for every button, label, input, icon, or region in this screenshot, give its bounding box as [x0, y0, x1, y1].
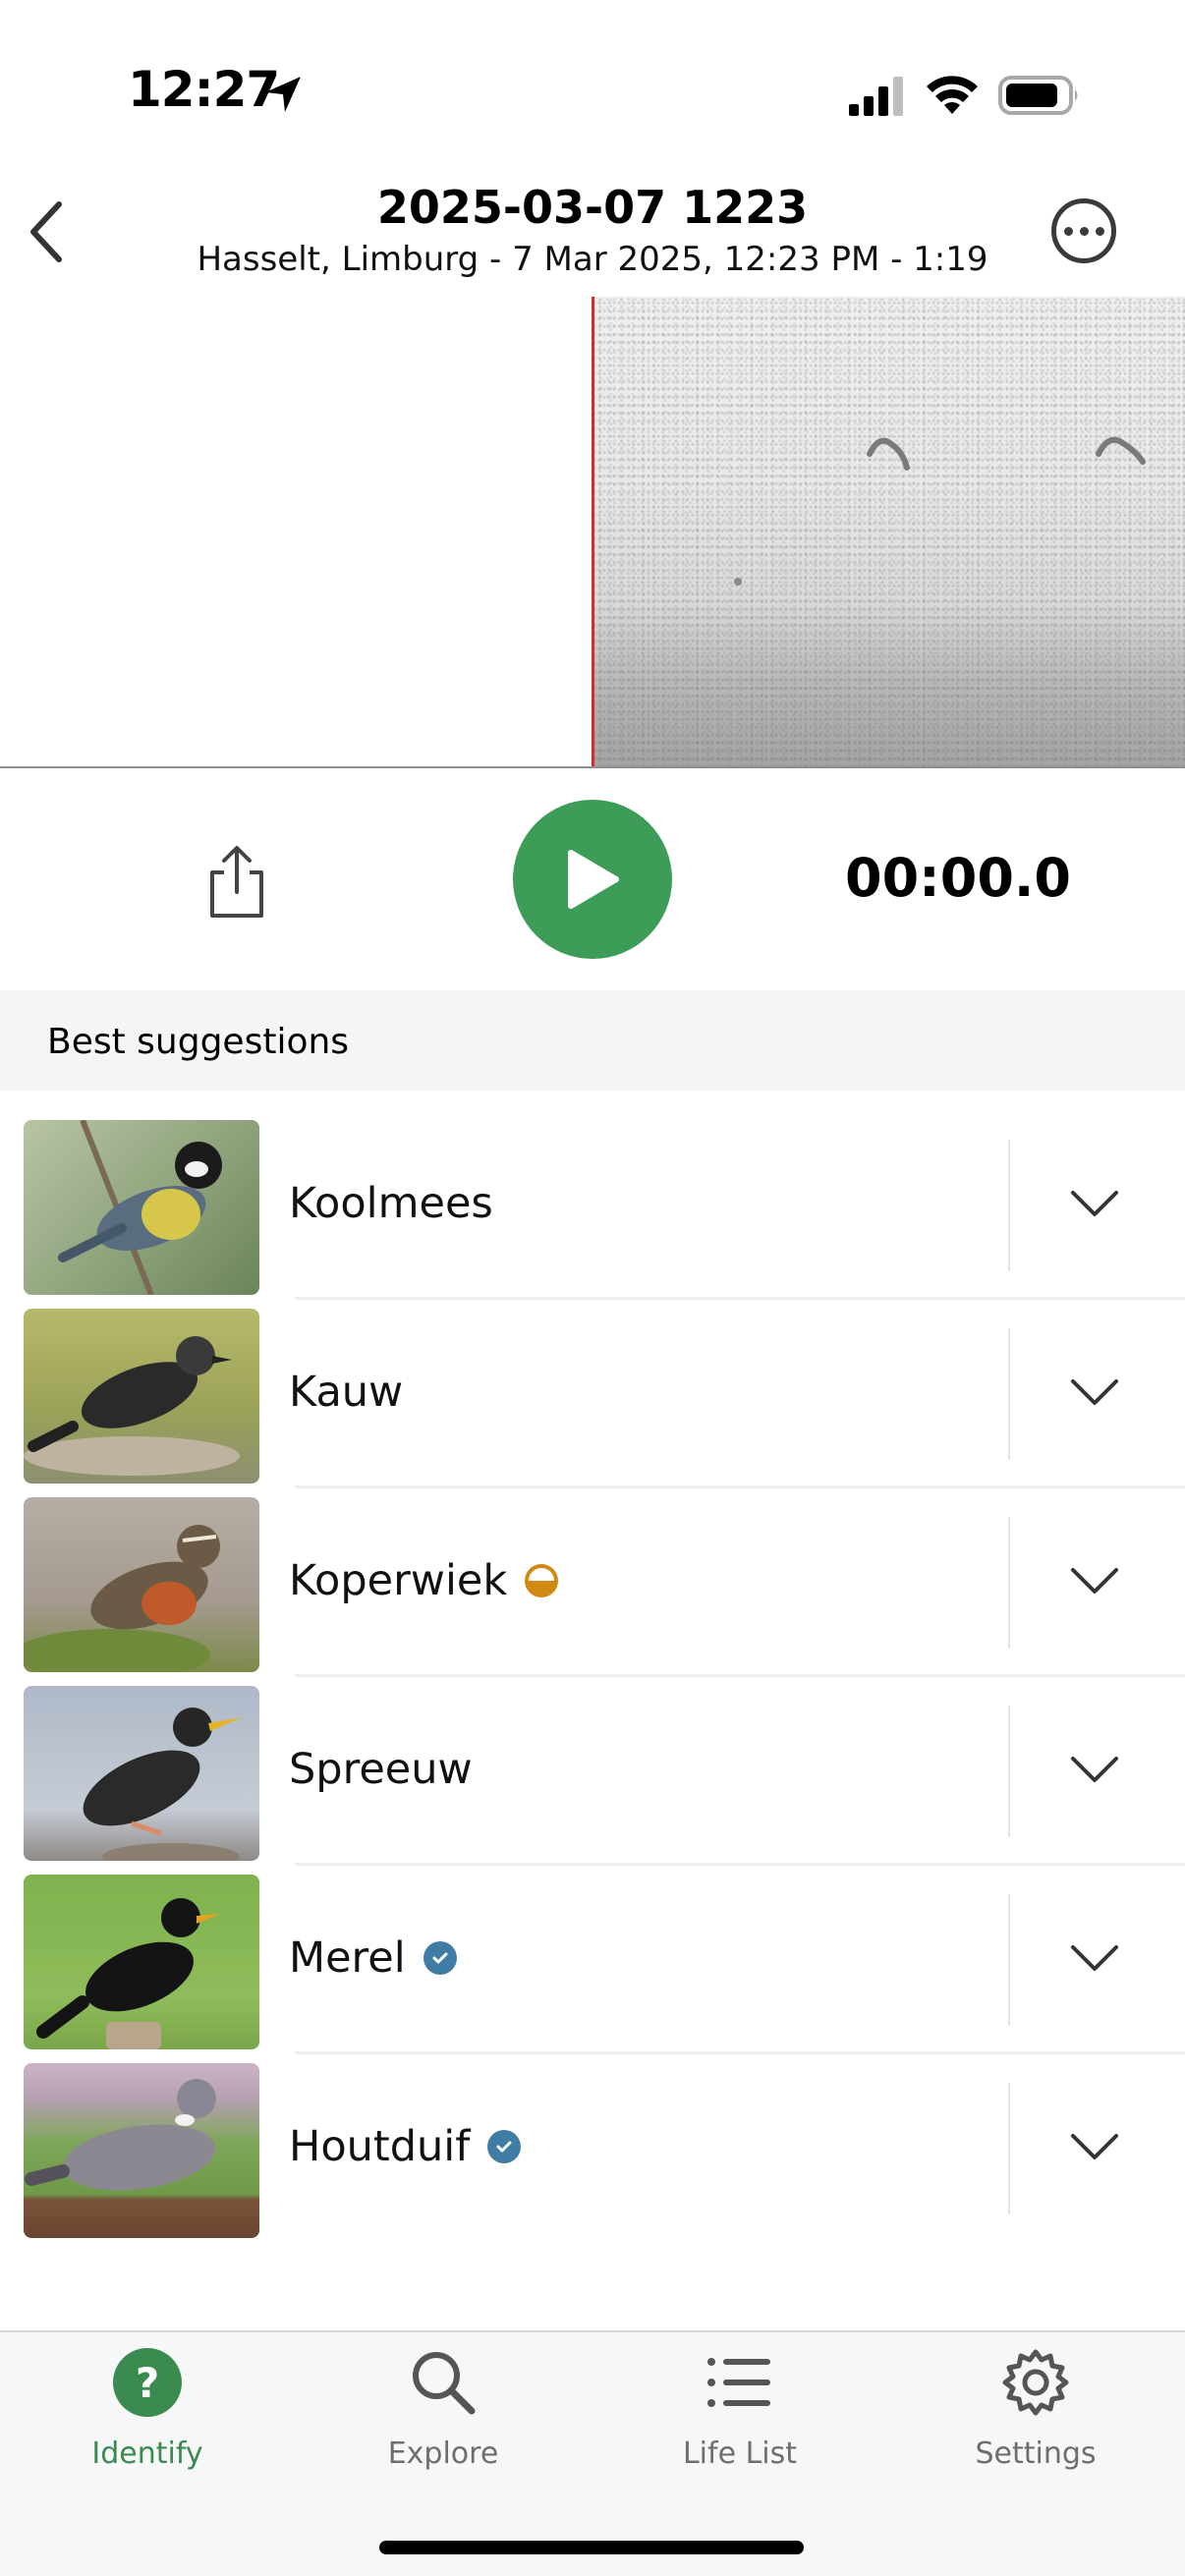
tab-label: Explore	[387, 2436, 499, 2471]
tab-settings[interactable]: Settings	[888, 2332, 1183, 2490]
chevron-down-icon[interactable]	[1065, 1179, 1124, 1228]
species-name: Houtduif	[289, 2122, 471, 2171]
home-indicator	[379, 2541, 804, 2554]
redwing-photo	[24, 1497, 259, 1672]
great-tit-photo	[24, 1120, 259, 1295]
verified-check-icon	[487, 2130, 522, 2163]
location-arrow-icon	[265, 77, 301, 112]
species-name: Spreeuw	[289, 1745, 473, 1794]
suggestion-row-koolmees[interactable]: Koolmees	[0, 1110, 1185, 1300]
blackbird-photo	[24, 1875, 259, 2049]
tab-explore[interactable]: Explore	[296, 2332, 591, 2490]
play-button[interactable]	[513, 800, 672, 959]
species-name: Merel	[289, 1933, 406, 1983]
list-icon	[707, 2358, 770, 2407]
wifi-icon	[927, 76, 978, 114]
tab-label: Identify	[91, 2436, 203, 2471]
chevron-down-icon[interactable]	[1065, 1745, 1124, 1794]
screen: 12:27 2025-03-07 1223 Hasselt, Limburg -…	[0, 0, 1185, 2576]
ellipsis-icon	[1063, 226, 1073, 236]
battery-icon	[998, 76, 1078, 115]
species-name: Koperwiek	[289, 1556, 508, 1605]
gear-icon	[1002, 2349, 1069, 2416]
starling-photo	[24, 1686, 259, 1861]
wood-pigeon-photo	[24, 2063, 259, 2238]
section-title: Best suggestions	[47, 1022, 350, 1062]
suggestion-row-spreeuw[interactable]: Spreeuw	[0, 1676, 1185, 1866]
section-header: Best suggestions	[0, 990, 1185, 1091]
question-icon: ?	[113, 2348, 182, 2417]
suggestion-row-merel[interactable]: Merel	[0, 1865, 1185, 2054]
recording-subtitle: Hasselt, Limburg - 7 Mar 2025, 12:23 PM …	[197, 240, 988, 279]
suggestion-row-koperwiek[interactable]: Koperwiek	[0, 1487, 1185, 1677]
tab-bar: ? Identify Explore Life List Settings	[0, 2330, 1185, 2576]
suggestion-row-houtduif[interactable]: Houtduif	[0, 2053, 1185, 2242]
playback-time: 00:00.0	[845, 847, 1071, 909]
suggestion-list: Koolmees Kauw Koperwiek Spreeuw Merel Ho…	[0, 1110, 1185, 2242]
search-icon	[413, 2352, 476, 2415]
jackdaw-photo	[24, 1309, 259, 1484]
chevron-down-icon[interactable]	[1065, 1368, 1124, 1417]
spectrogram[interactable]	[0, 297, 1185, 768]
verified-check-icon	[423, 1941, 457, 1975]
cellular-signal-icon	[849, 77, 903, 116]
playhead[interactable]	[592, 297, 594, 766]
more-options-button[interactable]	[1051, 198, 1116, 263]
status-bar: 12:27	[0, 0, 1185, 187]
share-button[interactable]	[202, 843, 271, 922]
tab-label: Life List	[682, 2436, 798, 2471]
status-time: 12:27	[128, 61, 280, 118]
recording-title: 2025-03-07 1223	[376, 181, 809, 234]
tab-label: Settings	[975, 2436, 1097, 2471]
tab-identify[interactable]: ? Identify	[0, 2332, 295, 2490]
chevron-down-icon[interactable]	[1065, 1556, 1124, 1605]
tab-life-list[interactable]: Life List	[592, 2332, 887, 2490]
chevron-down-icon[interactable]	[1065, 2122, 1124, 2171]
species-name: Kauw	[289, 1368, 404, 1417]
species-name: Koolmees	[289, 1179, 493, 1228]
suggestion-row-kauw[interactable]: Kauw	[0, 1299, 1185, 1488]
spectrogram-data	[592, 297, 1185, 766]
play-icon	[568, 850, 619, 909]
half-circle-badge-icon	[525, 1564, 559, 1597]
chevron-down-icon[interactable]	[1065, 1933, 1124, 1983]
spectrogram-calls	[734, 436, 1146, 586]
